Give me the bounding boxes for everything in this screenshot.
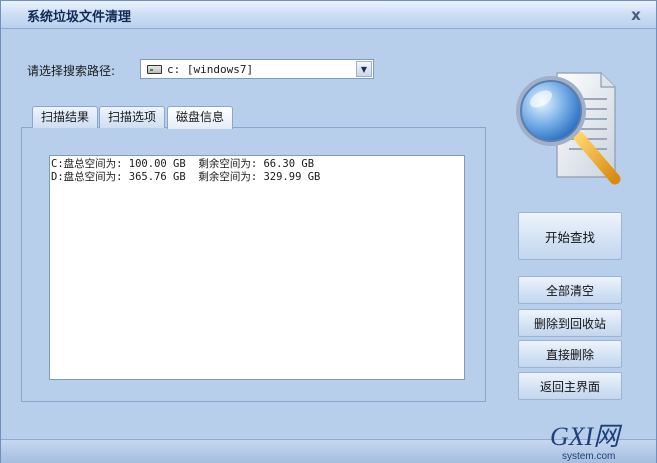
cleanup-window: 系统垃圾文件清理 x 请选择搜索路径: c: [windows7] ▼ 扫描结果…	[0, 0, 657, 463]
chevron-down-icon[interactable]: ▼	[356, 61, 372, 77]
disk-info-line-d: D:盘总空间为: 365.76 GB 剩余空间为: 329.99 GB	[51, 171, 321, 183]
gxi-watermark-logo: GXI网 system.com	[550, 422, 622, 462]
disk-info-line-c: C:盘总空间为: 100.00 GB 剩余空间为: 66.30 GB	[51, 158, 315, 170]
window-title: 系统垃圾文件清理	[27, 10, 132, 25]
magnifier-document-icon	[516, 72, 621, 185]
tab-scan-results[interactable]: 扫描结果	[32, 106, 99, 128]
search-path-label: 请选择搜索路径:	[27, 64, 116, 78]
search-path-value: c: [windows7]	[167, 62, 254, 76]
close-icon[interactable]: x	[628, 7, 644, 23]
watermark-domain: system.com	[562, 451, 615, 462]
watermark-brand: GXI网	[550, 422, 622, 451]
disk-info-box[interactable]: C:盘总空间为: 100.00 GB 剩余空间为: 66.30 GB D:盘总空…	[49, 155, 465, 380]
tab-scan-options[interactable]: 扫描选项	[99, 106, 166, 128]
delete-direct-button[interactable]: 直接删除	[518, 340, 622, 368]
delete-to-recycle-bin-button[interactable]: 删除到回收站	[518, 309, 622, 337]
search-path-select[interactable]: c: [windows7] ▼	[140, 59, 374, 79]
start-search-button[interactable]: 开始查找	[518, 212, 622, 260]
return-home-button[interactable]: 返回主界面	[518, 372, 622, 400]
clear-all-button[interactable]: 全部清空	[518, 276, 622, 304]
tab-disk-info[interactable]: 磁盘信息	[167, 106, 234, 129]
drive-icon	[147, 64, 162, 74]
title-bar[interactable]: 系统垃圾文件清理 x	[1, 1, 656, 29]
